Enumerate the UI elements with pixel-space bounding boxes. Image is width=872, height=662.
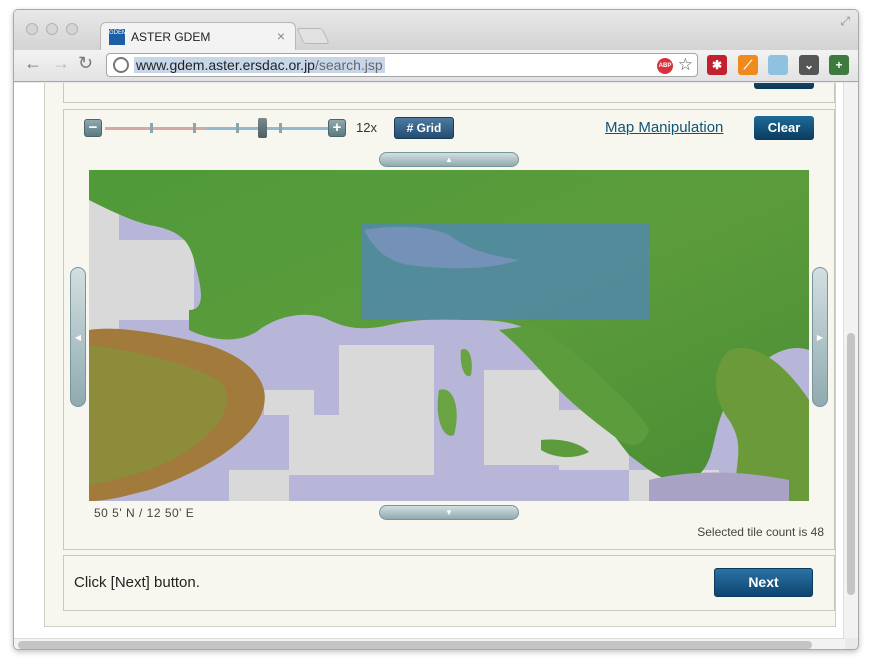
extension-asterisk-icon[interactable]: ✱ <box>707 55 727 75</box>
extension-wrench-icon[interactable]: + <box>829 55 849 75</box>
zoom-tick <box>236 123 239 133</box>
new-tab-button[interactable] <box>296 28 330 44</box>
minimize-window-button[interactable] <box>46 23 58 35</box>
adblock-icon[interactable]: ABP <box>657 58 673 74</box>
selected-tile-count: Selected tile count is 48 <box>697 525 824 539</box>
close-window-button[interactable] <box>26 23 38 35</box>
page-viewport: − + 12x # Grid Map Manipulation Clear ▲ … <box>14 83 845 638</box>
pan-east-button[interactable]: ▶ <box>812 267 828 407</box>
cursor-coordinates: 50 5' N / 12 50' E <box>94 506 195 520</box>
vertical-scroll-thumb[interactable] <box>847 333 855 595</box>
clear-button[interactable]: Clear <box>754 116 814 140</box>
selected-tile-region[interactable] <box>362 224 650 320</box>
map-panel: − + 12x # Grid Map Manipulation Clear ▲ … <box>63 109 835 550</box>
terrain-map-svg <box>89 170 809 501</box>
previous-step-panel <box>63 83 835 103</box>
previous-step-button[interactable] <box>754 83 814 89</box>
zoom-window-button[interactable] <box>66 23 78 35</box>
extension-map-icon[interactable] <box>768 55 788 75</box>
horizontal-scroll-thumb[interactable] <box>18 641 812 649</box>
gdem-page: − + 12x # Grid Map Manipulation Clear ▲ … <box>44 83 836 627</box>
next-button[interactable]: Next <box>714 568 813 597</box>
zoom-slider-track[interactable] <box>105 127 329 130</box>
pocket-icon[interactable]: ⌄ <box>799 55 819 75</box>
tab-aster-gdem[interactable]: GDEM ASTER GDEM × <box>100 22 296 50</box>
globe-icon <box>113 57 129 73</box>
reload-icon[interactable]: ↻ <box>78 53 93 74</box>
gdem-favicon-icon: GDEM <box>109 29 127 45</box>
forward-arrow-icon[interactable]: → <box>52 53 70 74</box>
vertical-scrollbar[interactable] <box>843 83 858 638</box>
tab-close-icon[interactable]: × <box>277 28 285 44</box>
browser-window: GDEM ASTER GDEM × ⤢ ← → ↻ www.gdem.aster… <box>13 9 859 650</box>
grid-toggle-button[interactable]: # Grid <box>394 117 454 139</box>
back-arrow-icon[interactable]: ← <box>24 53 42 74</box>
url-domain: www.gdem.aster.ersdac.or.jp <box>136 57 315 73</box>
tab-title: ASTER GDEM <box>131 30 211 44</box>
map-manipulation-link[interactable]: Map Manipulation <box>605 119 723 136</box>
terrain-map[interactable] <box>89 170 809 501</box>
title-bar: GDEM ASTER GDEM × ⤢ <box>14 10 858 50</box>
zoom-level-label: 12x <box>356 120 377 135</box>
url-path: /search.jsp <box>314 57 383 73</box>
address-bar[interactable]: www.gdem.aster.ersdac.or.jp/search.jsp A… <box>106 53 698 77</box>
zoom-tick <box>279 123 282 133</box>
browser-toolbar: ← → ↻ www.gdem.aster.ersdac.or.jp/search… <box>14 50 858 82</box>
pan-south-button[interactable]: ▼ <box>379 505 519 520</box>
next-instruction: Click [Next] button. <box>74 574 200 591</box>
zoom-out-button[interactable]: − <box>84 119 102 137</box>
horizontal-scrollbar[interactable] <box>14 638 845 649</box>
southern-sea <box>649 472 789 501</box>
bookmark-star-icon[interactable]: ☆ <box>678 55 693 75</box>
zoom-slider-handle[interactable] <box>258 118 267 138</box>
fullscreen-icon[interactable]: ⤢ <box>840 14 850 29</box>
pan-west-button[interactable]: ◀ <box>70 267 86 407</box>
zoom-in-button[interactable]: + <box>328 119 346 137</box>
url-text[interactable]: www.gdem.aster.ersdac.or.jp/search.jsp <box>134 57 385 73</box>
extension-chart-icon[interactable]: ⟋ <box>738 55 758 75</box>
zoom-tick <box>150 123 153 133</box>
zoom-tick <box>193 123 196 133</box>
next-step-panel: Click [Next] button. Next <box>63 555 835 611</box>
pan-north-button[interactable]: ▲ <box>379 152 519 167</box>
